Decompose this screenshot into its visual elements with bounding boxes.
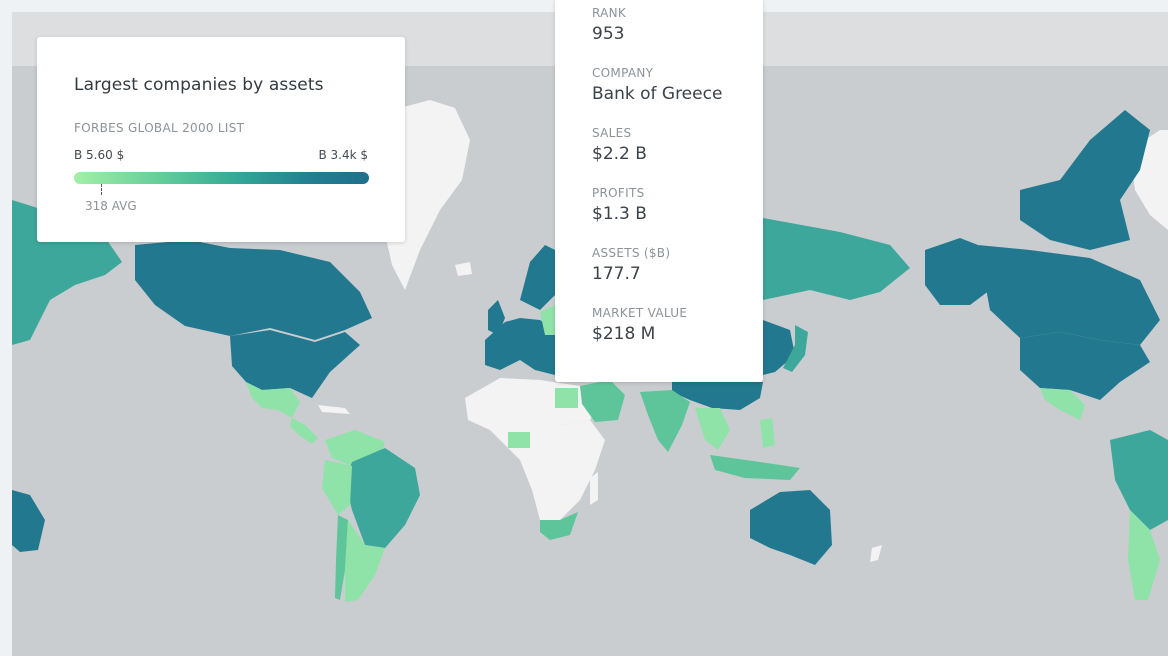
tooltip-market-value: MARKET VALUE $218 M	[592, 306, 687, 344]
tooltip-assets-label: ASSETS ($B)	[592, 246, 671, 260]
tooltip-company-value: Bank of Greece	[592, 84, 723, 104]
tooltip-sales-value: $2.2 B	[592, 144, 647, 164]
country-tooltip: RANK 953 COMPANY Bank of Greece SALES $2…	[555, 0, 763, 382]
tooltip-rank: RANK 953	[592, 6, 626, 44]
tooltip-sales-label: SALES	[592, 126, 632, 140]
tooltip-sales: SALES $2.2 B	[592, 126, 647, 164]
tooltip-profits: PROFITS $1.3 B	[592, 186, 647, 224]
tooltip-company-label: COMPANY	[592, 66, 654, 80]
tooltip-assets-value: 177.7	[592, 264, 641, 284]
legend-avg-label: 318 AVG	[85, 199, 137, 213]
legend-card: Largest companies by assets FORBES GLOBA…	[37, 37, 405, 242]
nigeria[interactable]	[508, 432, 530, 448]
legend-max-label: B 3.4k $	[318, 148, 368, 162]
tooltip-assets: ASSETS ($B) 177.7	[592, 246, 670, 284]
legend-subtitle: FORBES GLOBAL 2000 LIST	[74, 121, 245, 135]
legend-avg-marker	[101, 184, 102, 195]
tooltip-market-value-label: MARKET VALUE	[592, 306, 688, 320]
tooltip-rank-label: RANK	[592, 6, 627, 20]
legend-color-scale	[74, 172, 369, 184]
legend-min-label: B 5.60 $	[74, 148, 125, 162]
egypt[interactable]	[555, 388, 578, 408]
tooltip-market-value-value: $218 M	[592, 324, 656, 344]
legend-title: Largest companies by assets	[74, 75, 324, 95]
tooltip-profits-value: $1.3 B	[592, 204, 647, 224]
tooltip-rank-value: 953	[592, 24, 625, 44]
tooltip-profits-label: PROFITS	[592, 186, 645, 200]
tooltip-company: COMPANY Bank of Greece	[592, 66, 722, 104]
